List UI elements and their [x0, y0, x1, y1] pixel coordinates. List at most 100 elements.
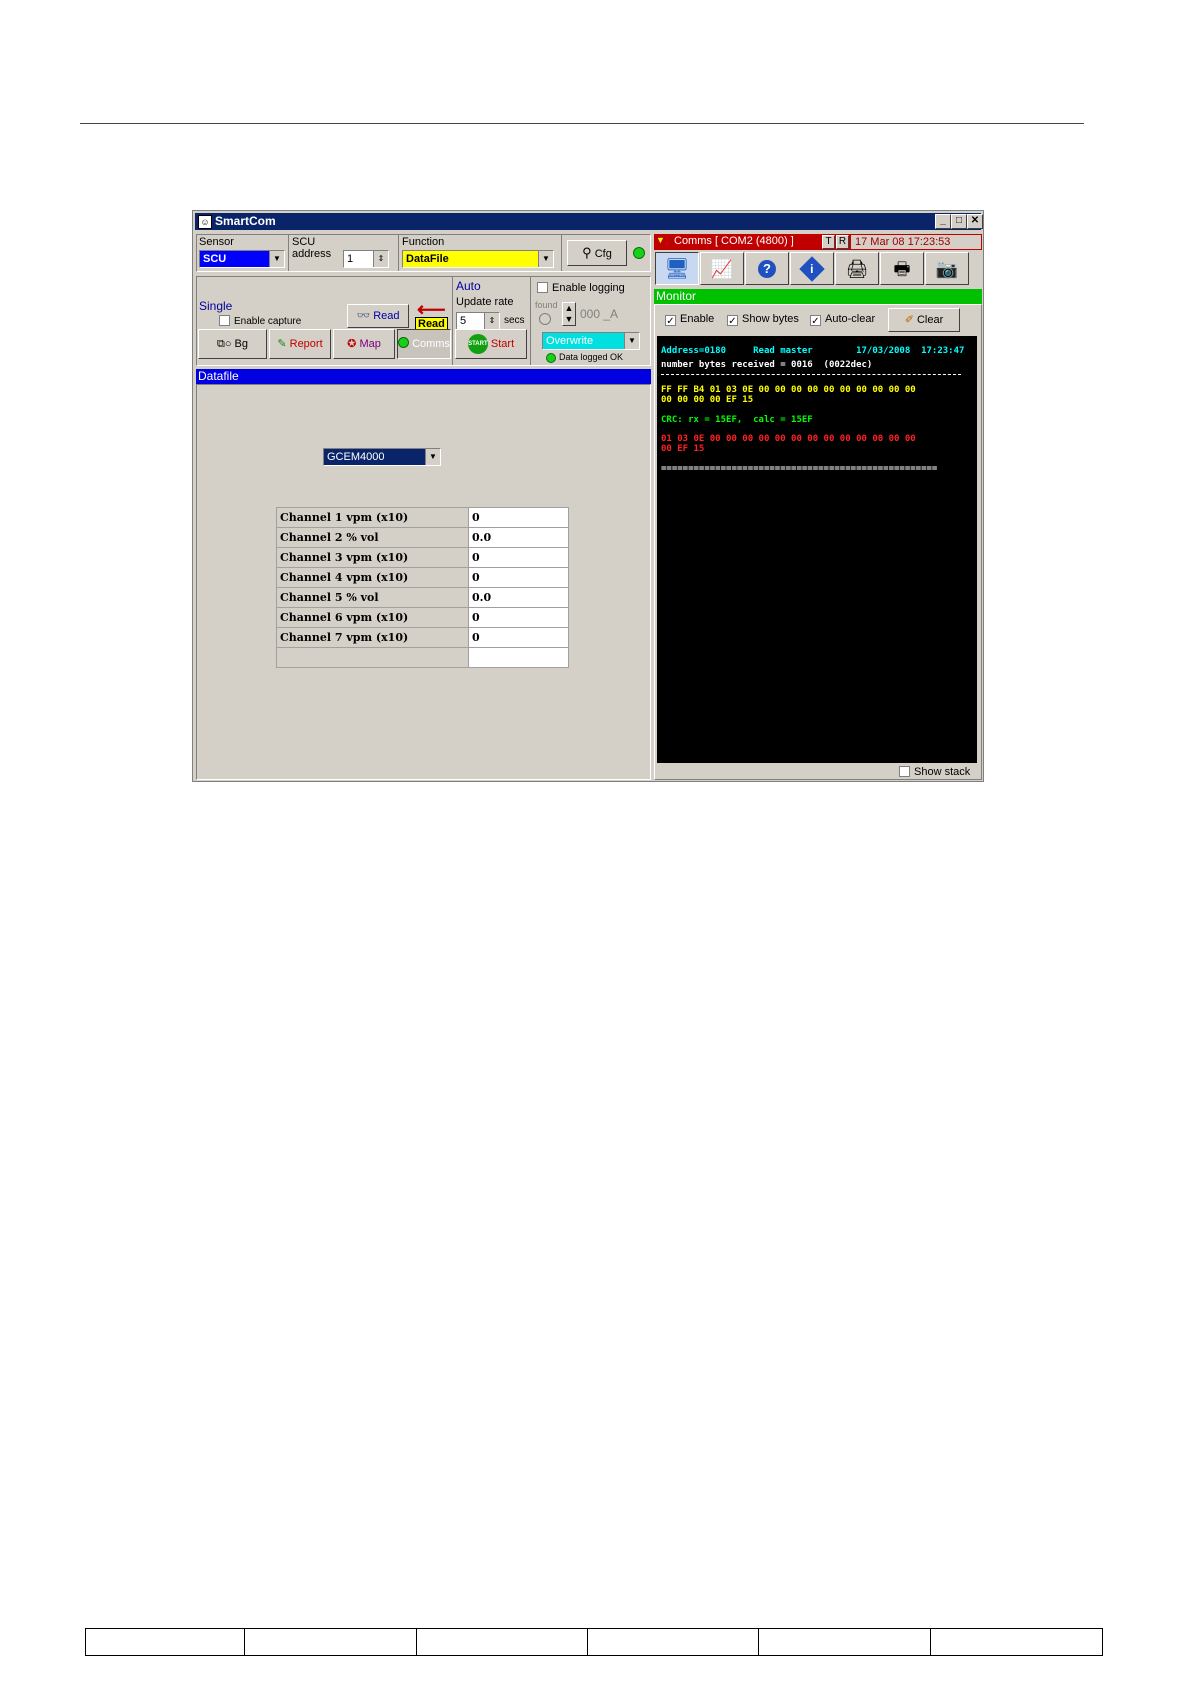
channel-value[interactable]: 0 [468, 567, 569, 588]
show-stack-checkbox[interactable]: Show stack [899, 766, 970, 778]
channel-value[interactable]: 0 [468, 547, 569, 568]
table-row: Channel 3 vpm (x10) 0 [276, 547, 569, 568]
network-printer-icon: 🖨 [845, 259, 869, 279]
channel-value[interactable]: 0 [468, 507, 569, 528]
table-row: Channel 6 vpm (x10) 0 [276, 607, 569, 628]
monitor-address-line: Address=0180 Read master 17/03/2008 17:2… [661, 346, 965, 356]
minimize-button[interactable]: _ [935, 214, 951, 229]
report-icon: ✎ [277, 338, 287, 350]
spin-arrows-icon: ⇕ [373, 251, 388, 267]
channel-name: Channel 1 vpm (x10) [276, 507, 469, 528]
enable-checkbox[interactable]: ✓ Enable [665, 313, 714, 327]
monitor-tool-button[interactable]: 🖥 [655, 252, 699, 285]
monitor-crc-line: CRC: rx = 15EF, calc = 15EF [661, 415, 813, 425]
update-rate-label: Update rate [456, 296, 514, 308]
help-icon: ? [758, 260, 776, 278]
graph-tool-button[interactable]: 📈 [700, 252, 744, 285]
function-label: Function [402, 236, 445, 248]
show-stack-label: Show stack [914, 766, 971, 778]
function-select[interactable]: DataFile ▼ [402, 250, 554, 268]
smartcom-window: ☺ SmartCom _ □ ✕ Sensor SCU ▼ SCU address… [192, 210, 984, 782]
app-icon: ☺ [198, 215, 212, 229]
maximize-button[interactable]: □ [951, 214, 967, 229]
sensor-label: Sensor [199, 236, 234, 248]
scu-address-stepper[interactable]: 1 ⇕ [343, 250, 389, 268]
channel-value[interactable]: 0.0 [468, 587, 569, 608]
close-button[interactable]: ✕ [967, 214, 983, 229]
channel-name [276, 647, 469, 668]
enable-capture-checkbox[interactable]: Enable capture [219, 315, 301, 327]
comms-title: Comms [ COM2 (4800) ] [674, 235, 794, 247]
table-row: Channel 2 % vol 0.0 [276, 527, 569, 548]
comms-led-icon [398, 337, 410, 348]
counter-stepper[interactable]: ▲ ▼ [562, 302, 576, 326]
header-rule [80, 123, 1084, 124]
auto-clear-checkbox[interactable]: ✓ Auto-clear [810, 313, 875, 327]
sensor-select[interactable]: SCU ▼ [199, 250, 285, 268]
channel-name: Channel 2 % vol [276, 527, 469, 548]
channel-value[interactable] [468, 647, 569, 668]
checkmark-icon: ✓ [810, 315, 821, 327]
update-rate-stepper[interactable]: 5 ⇕ [456, 312, 500, 330]
selector-panel: Sensor SCU ▼ SCU address 1 ⇕ Function Data… [196, 234, 651, 272]
channel-name: Channel 7 vpm (x10) [276, 627, 469, 648]
enable-logging-checkbox[interactable]: Enable logging [537, 282, 625, 294]
monitor-title: Monitor [654, 289, 982, 304]
camera-tool-button[interactable]: 📷 [925, 252, 969, 285]
clear-button[interactable]: ✐ Clear [888, 308, 960, 332]
read-button[interactable]: 👓 Read [347, 304, 409, 328]
info-tool-button[interactable]: i [790, 252, 834, 285]
logging-mode-select[interactable]: Overwrite ▼ [542, 332, 640, 350]
show-bytes-checkbox[interactable]: ✓ Show bytes [727, 313, 799, 327]
monitor-bytes-line: number bytes received = 0016 (0022dec) [661, 360, 873, 370]
checkmark-icon: ✓ [665, 315, 676, 327]
cfg-button[interactable]: ⚲ Cfg [567, 240, 627, 266]
datafile-panel: GCEM4000 ▼ Channel 1 vpm (x10) 0 Channel 2 … [196, 384, 651, 780]
logging-status: Data logged OK [559, 352, 624, 362]
footer-cell [415, 1628, 588, 1656]
t-button[interactable]: T [822, 235, 835, 249]
info-icon: i [799, 256, 825, 282]
start-button[interactable]: START Start [455, 329, 527, 359]
channel-value[interactable]: 0 [468, 607, 569, 628]
logging-mode-value: Overwrite [546, 335, 594, 347]
function-value: DataFile [406, 253, 449, 265]
device-value: GCEM4000 [327, 451, 385, 463]
map-button[interactable]: ✪ Map [333, 329, 395, 359]
print-tool-button[interactable]: 🖶 [880, 252, 924, 285]
comms-button[interactable]: Comms [397, 329, 451, 359]
chevron-down-icon: ▼ [656, 235, 665, 245]
monitor-panel: ✓ Enable ✓ Show bytes ✓ Auto-clear ✐ Clear … [654, 304, 982, 780]
channel-value[interactable]: 0.0 [468, 527, 569, 548]
channel-value[interactable]: 0 [468, 627, 569, 648]
found-label: found [535, 300, 558, 310]
network-print-tool-button[interactable]: 🖨 [835, 252, 879, 285]
spin-arrows-icon: ▲ ▼ [564, 303, 574, 324]
monitor-separator: ========================================… [661, 464, 938, 474]
camera-icon: 📷 [935, 259, 959, 279]
table-row: Channel 7 vpm (x10) 0 [276, 627, 569, 648]
sensor-value: SCU [203, 253, 227, 265]
comms-bar: ▼ Comms [ COM2 (4800) ] T R 17 Mar 08 17… [654, 234, 982, 250]
clear-label: Clear [916, 314, 944, 326]
right-toolbar: 🖥 📈 ? i 🖨 🖶 📷 [654, 252, 982, 286]
map-label: Map [359, 338, 381, 350]
footer-table [85, 1628, 1104, 1656]
logged-led-icon [546, 353, 556, 363]
device-select[interactable]: GCEM4000 ▼ [323, 448, 441, 466]
printer-icon: 🖶 [893, 259, 911, 279]
monitor-hex-line-2: 00 00 00 00 EF 15 [661, 395, 754, 405]
checkbox-icon [899, 766, 910, 777]
magnifier-icon: ⚲ [582, 245, 592, 260]
chevron-down-icon: ▼ [624, 333, 639, 349]
scu-address-label: SCU address [292, 236, 332, 260]
help-tool-button[interactable]: ? [745, 252, 789, 285]
r-button[interactable]: R [836, 235, 849, 249]
cfg-label: Cfg [594, 248, 612, 260]
footer-cell [85, 1628, 245, 1656]
binoculars-icon: 👓 [356, 310, 371, 322]
report-button[interactable]: ✎ Report [269, 329, 331, 359]
window-title: SmartCom [215, 214, 276, 228]
bg-button[interactable]: ⧉○ Bg [198, 329, 267, 359]
chevron-down-icon: ▼ [538, 251, 553, 267]
